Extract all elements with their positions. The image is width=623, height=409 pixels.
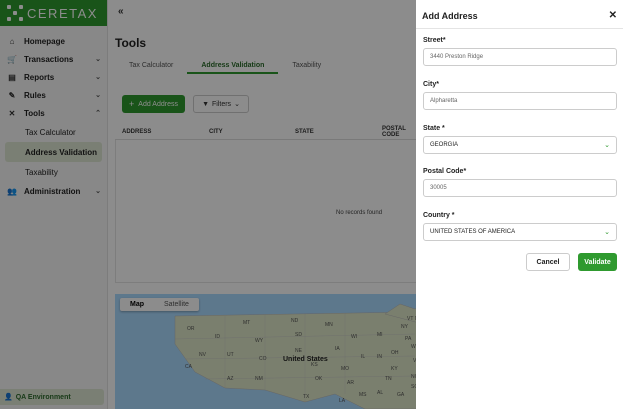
country-select[interactable]: UNITED STATES OF AMERICA ⌄: [423, 223, 617, 241]
city-input[interactable]: Alpharetta: [423, 92, 617, 110]
postal-code-input[interactable]: 30005: [423, 179, 617, 197]
street-value: 3440 Preston Ridge: [430, 54, 484, 60]
modal-backdrop[interactable]: [0, 0, 416, 409]
country-value: UNITED STATES OF AMERICA: [430, 229, 516, 235]
state-label: State *: [423, 125, 445, 132]
postal-code-label: Postal Code*: [423, 168, 467, 175]
state-select[interactable]: GEORGIA ⌄: [423, 136, 617, 154]
city-value: Alpharetta: [430, 98, 458, 104]
validate-button[interactable]: Validate: [578, 253, 617, 271]
add-address-dialog: Add Address ✕ Street* 3440 Preston Ridge…: [416, 0, 623, 409]
cancel-button[interactable]: Cancel: [526, 253, 570, 271]
country-label: Country *: [423, 212, 455, 219]
street-label: Street*: [423, 37, 446, 44]
city-label: City*: [423, 81, 439, 88]
close-icon[interactable]: ✕: [609, 10, 617, 21]
dialog-title: Add Address: [422, 11, 478, 21]
chevron-down-icon: ⌄: [604, 229, 610, 236]
postal-code-value: 30005: [430, 185, 447, 191]
chevron-down-icon: ⌄: [604, 142, 610, 149]
street-input[interactable]: 3440 Preston Ridge: [423, 48, 617, 66]
state-value: GEORGIA: [430, 142, 459, 148]
dialog-divider: [416, 28, 623, 29]
